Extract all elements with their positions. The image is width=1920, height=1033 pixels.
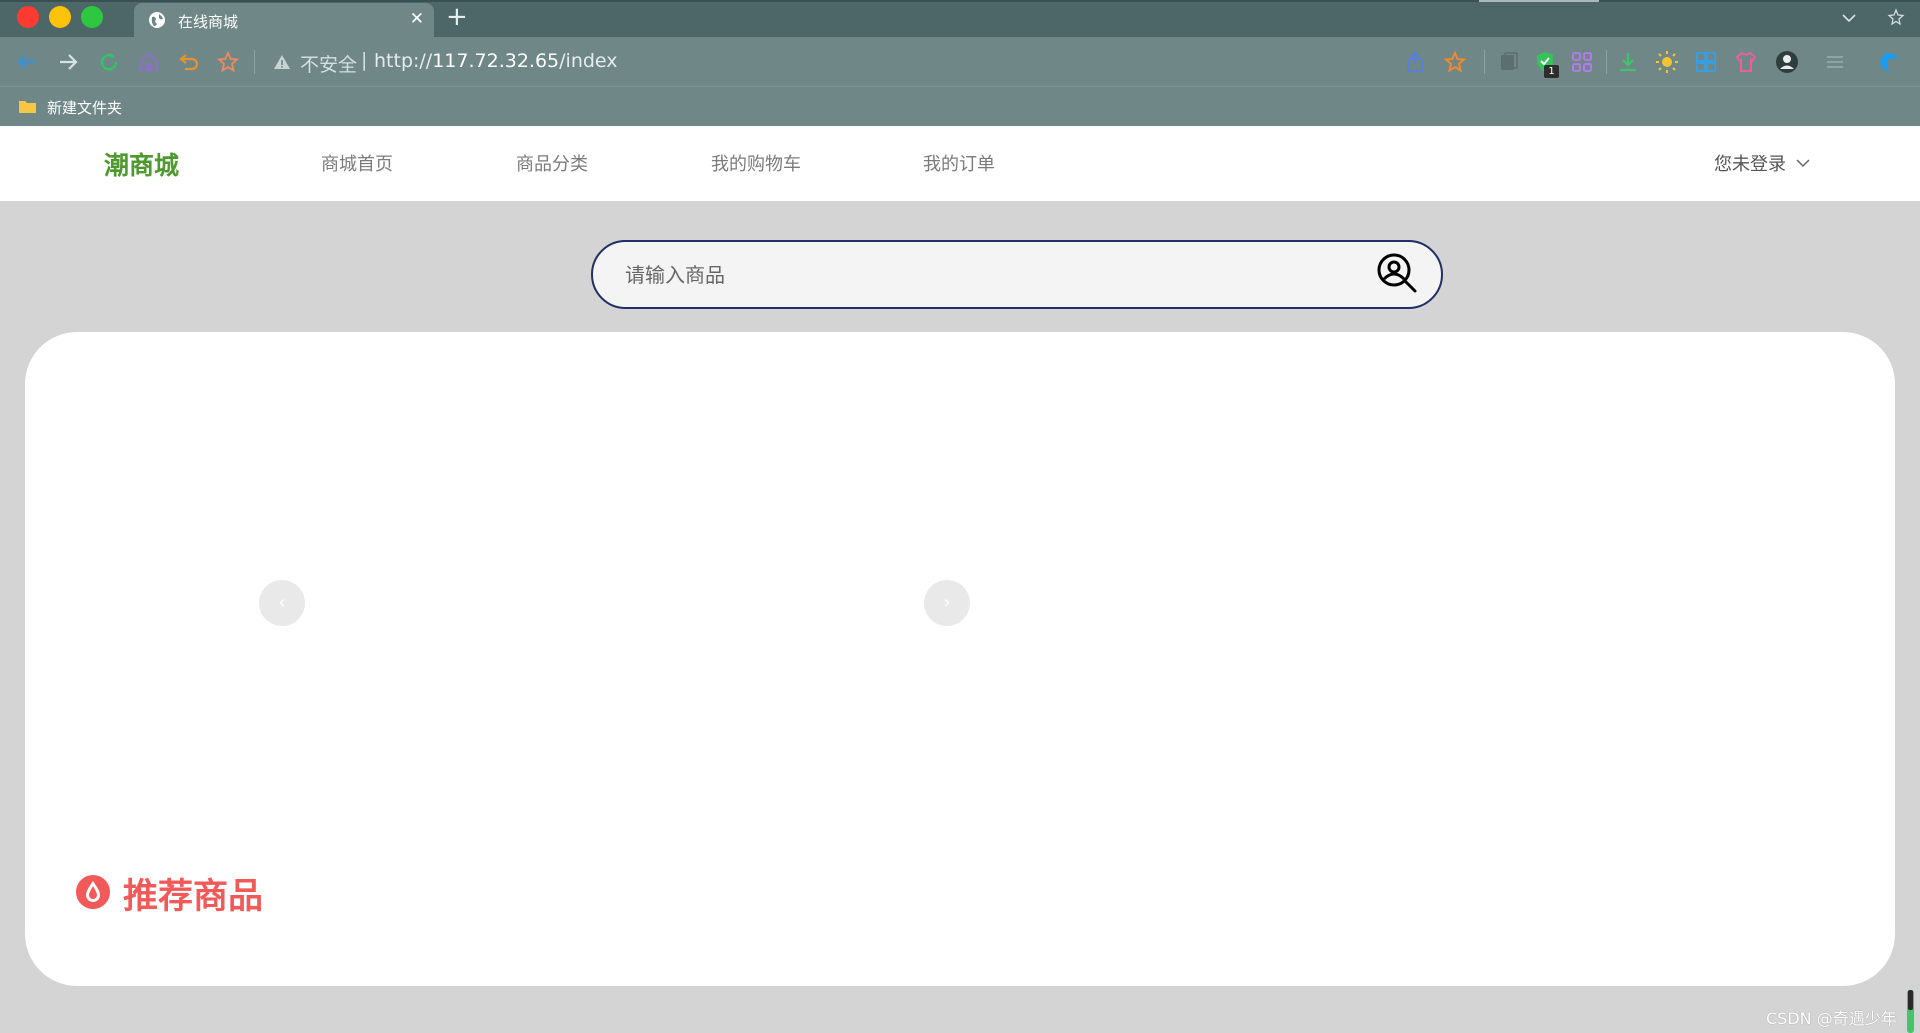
site-logo[interactable]: 潮商城 xyxy=(104,146,179,182)
user-menu-label: 您未登录 xyxy=(1714,154,1786,175)
sun-icon[interactable] xyxy=(1655,50,1679,74)
warning-icon xyxy=(274,55,290,69)
new-tab-button[interactable]: + xyxy=(446,3,468,31)
search-icon[interactable] xyxy=(1376,252,1420,296)
tabbar-top-highlight xyxy=(1479,0,1599,2)
insecure-label[interactable]: 不安全 xyxy=(300,50,357,77)
back-icon[interactable] xyxy=(15,50,39,74)
toolbar-separator xyxy=(1484,50,1485,74)
section-title: 推荐商品 xyxy=(123,877,264,917)
water-drop-icon xyxy=(76,875,110,909)
globe-icon xyxy=(149,12,165,28)
bookmark-star-icon[interactable] xyxy=(1443,50,1467,74)
bookmark-folder[interactable]: 新建文件夹 xyxy=(47,97,122,118)
chevron-down-icon xyxy=(1796,159,1810,168)
url-field[interactable]: http://117.72.32.65/index xyxy=(374,50,618,72)
edge-icon[interactable] xyxy=(1878,50,1902,74)
grid-icon[interactable] xyxy=(1694,50,1718,74)
scrollbar-thumb-top xyxy=(1908,990,1913,1010)
shirt-icon[interactable] xyxy=(1734,50,1758,74)
url-divider: | xyxy=(361,49,368,71)
toolbar-separator xyxy=(1606,50,1607,74)
apps-icon[interactable] xyxy=(1570,50,1594,74)
browser-tab[interactable]: 在线商城 ✕ xyxy=(134,3,434,37)
url-path: /index xyxy=(559,50,618,72)
window-maximize-button[interactable] xyxy=(81,6,103,28)
home-icon[interactable] xyxy=(137,50,161,74)
search-input[interactable] xyxy=(625,256,1325,294)
forward-icon[interactable] xyxy=(56,50,80,74)
tab-list-chevron-icon[interactable] xyxy=(1840,9,1858,27)
url-host: 117.72.32.65 xyxy=(432,50,560,72)
pin-icon[interactable] xyxy=(1887,8,1905,26)
tab-title: 在线商城 xyxy=(178,13,239,31)
share-icon[interactable] xyxy=(1403,50,1427,74)
extensions-icon[interactable] xyxy=(1497,50,1521,74)
reload-icon[interactable] xyxy=(97,50,121,74)
site-header: 潮商城 商城首页 商品分类 我的购物车 我的订单 您未登录 xyxy=(0,126,1920,201)
star-icon[interactable] xyxy=(216,50,240,74)
folder-icon xyxy=(19,101,36,113)
watermark: CSDN @奇遇少年 xyxy=(1766,1009,1897,1028)
browser-tab-bar: 在线商城 ✕ + xyxy=(0,0,1920,37)
nav-cart[interactable]: 我的购物车 xyxy=(711,150,801,176)
carousel-prev-button[interactable]: ‹ xyxy=(259,580,305,626)
url-scheme: http:// xyxy=(374,50,433,72)
carousel-next-button[interactable]: › xyxy=(924,580,970,626)
download-icon[interactable] xyxy=(1616,50,1640,74)
menu-icon[interactable] xyxy=(1823,50,1847,74)
undo-icon[interactable] xyxy=(177,50,201,74)
search-box xyxy=(591,240,1443,309)
window-minimize-button[interactable] xyxy=(49,6,71,28)
banner-carousel[interactable]: ‹ › xyxy=(25,332,1895,852)
profile-icon[interactable] xyxy=(1775,50,1799,74)
tabbar-top-line xyxy=(0,0,1920,2)
window-close-button[interactable] xyxy=(17,6,39,28)
extension-badge: 1 xyxy=(1544,65,1559,78)
nav-home[interactable]: 商城首页 xyxy=(321,150,393,176)
toolbar-separator xyxy=(254,50,255,74)
nav-categories[interactable]: 商品分类 xyxy=(516,150,588,176)
address-bar: 不安全 | http://117.72.32.65/index 1 xyxy=(0,37,1920,86)
tab-close-icon[interactable]: ✕ xyxy=(410,9,424,29)
user-menu[interactable]: 您未登录 xyxy=(1714,150,1810,176)
content-card: ‹ › 推荐商品 xyxy=(25,332,1895,986)
nav-orders[interactable]: 我的订单 xyxy=(923,150,995,176)
bookmarks-bar: 新建文件夹 xyxy=(0,86,1920,126)
